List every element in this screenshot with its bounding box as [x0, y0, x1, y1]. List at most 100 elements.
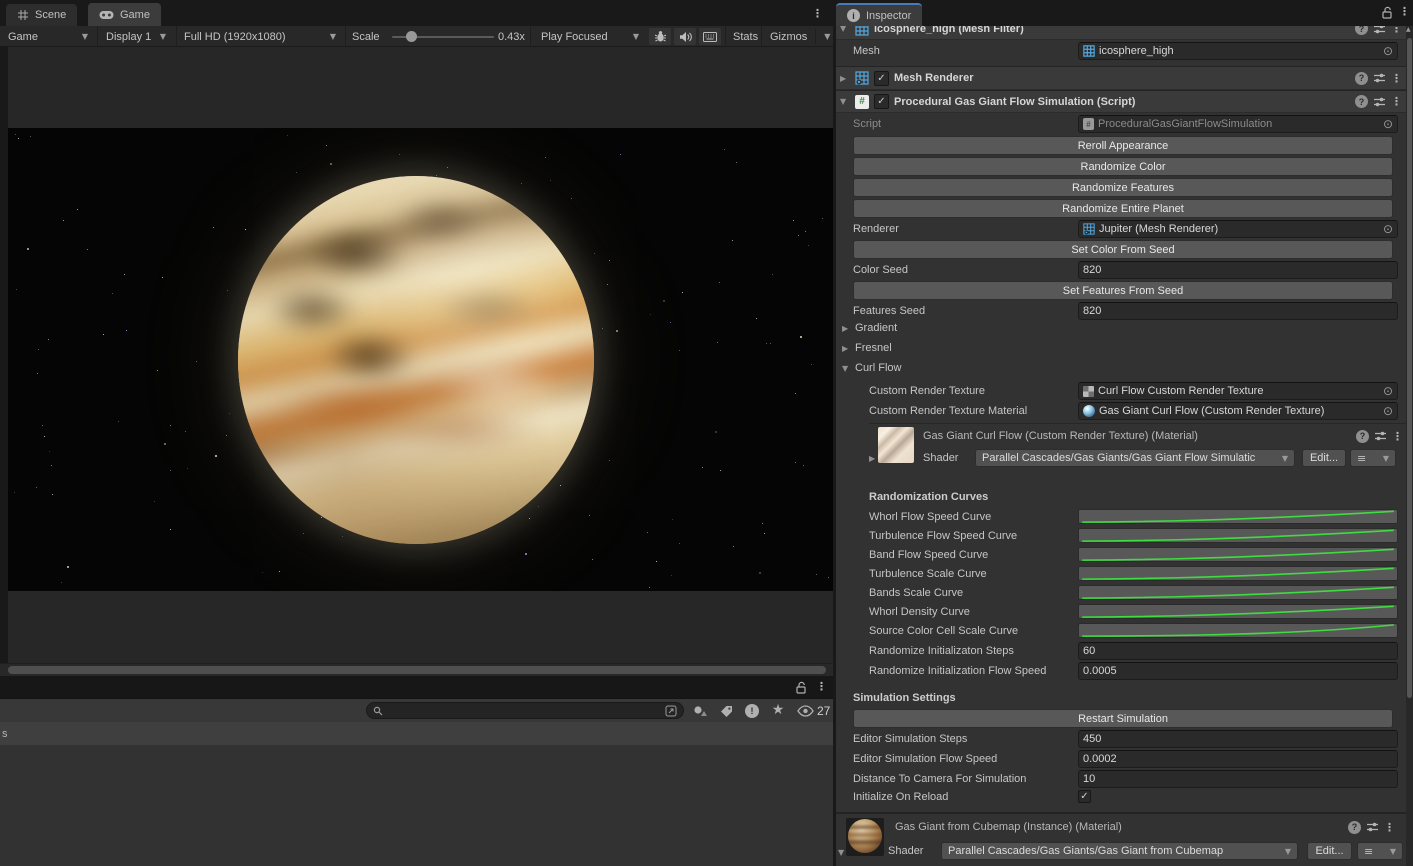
material-preview-thumbnail[interactable] [878, 427, 914, 463]
presets-icon[interactable] [1373, 96, 1386, 108]
help-icon[interactable]: ? [1355, 95, 1368, 108]
game-render-view[interactable] [8, 128, 833, 591]
randomize-entire-planet-button[interactable]: Randomize Entire Planet [853, 199, 1393, 218]
foldout-fresnel[interactable]: ▶ Fresnel [842, 342, 892, 354]
foldout-expanded-icon[interactable]: ▼ [840, 97, 850, 106]
onscreen-keyboard-button[interactable] [699, 28, 721, 45]
list-item[interactable]: s [0, 722, 833, 745]
scrollbar-thumb[interactable] [1407, 38, 1412, 698]
renderer-object-field[interactable]: Jupiter (Mesh Renderer) ⊙ [1078, 220, 1398, 238]
whorl-density-curve-field[interactable] [1078, 604, 1398, 619]
shader-edit-button[interactable]: Edit... [1302, 449, 1346, 467]
material-menu-icon[interactable]: ⋮ [1392, 430, 1403, 443]
features-seed-input[interactable]: 820 [1078, 302, 1398, 320]
game-viewport[interactable] [0, 47, 833, 663]
presets-icon[interactable] [1373, 72, 1386, 84]
tab-scene[interactable]: Scene [6, 4, 77, 26]
game-mode-dropdown[interactable]: Game ▼ [2, 26, 94, 47]
filter-by-log-type-button[interactable]: ! [742, 702, 762, 720]
mute-audio-button[interactable] [674, 28, 696, 45]
game-horizontal-scrollbar[interactable] [0, 663, 833, 676]
display-dropdown[interactable]: Display 1 ▼ [100, 26, 172, 47]
favorites-button[interactable]: ★ [768, 701, 788, 719]
set-color-from-seed-button[interactable]: Set Color From Seed [853, 240, 1393, 259]
object-picker-icon[interactable]: ⊙ [1383, 45, 1393, 57]
foldout-gradient[interactable]: ▶ Gradient [842, 322, 897, 334]
tab-game-label: Game [120, 9, 150, 21]
help-icon[interactable]: ? [1348, 821, 1361, 834]
tab-scene-label: Scene [35, 9, 66, 21]
custom-render-texture-material-field[interactable]: Gas Giant Curl Flow (Custom Render Textu… [1078, 402, 1398, 420]
editor-simulation-flow-speed-input[interactable]: 0.0002 [1078, 750, 1398, 768]
band-flow-speed-curve-field[interactable] [1078, 547, 1398, 562]
search-input[interactable] [366, 702, 684, 719]
turbulence-scale-curve-field[interactable] [1078, 566, 1398, 581]
presets-icon[interactable] [1374, 430, 1387, 442]
tab-game[interactable]: Game [88, 3, 161, 26]
shader-dropdown[interactable]: Parallel Cascades/Gas Giants/Gas Giant f… [941, 842, 1298, 860]
scene-visibility-toggle[interactable]: 27 [797, 702, 830, 720]
foldout-curl-flow[interactable]: ▼ Curl Flow [842, 362, 901, 374]
material-properties-menu-button[interactable]: ≡ ▼ [1350, 449, 1396, 467]
presets-icon[interactable] [1366, 821, 1379, 833]
randomize-steps-input[interactable]: 60 [1078, 642, 1398, 660]
scale-slider-thumb[interactable] [406, 31, 417, 42]
foldout-collapsed-icon: ▶ [842, 344, 852, 353]
editor-simulation-steps-input[interactable]: 450 [1078, 730, 1398, 748]
material-foldout-icon[interactable]: ▶ [869, 454, 879, 463]
material-preview-thumbnail[interactable] [846, 818, 884, 856]
bottom-panel-menu-icon[interactable]: ⋮ [816, 680, 827, 693]
play-focused-dropdown[interactable]: Play Focused ▼ [535, 26, 645, 47]
help-icon[interactable]: ? [1355, 72, 1368, 85]
chevron-down-icon: ▼ [824, 32, 830, 41]
component-enabled-checkbox[interactable]: ✓ [874, 71, 889, 86]
whorl-flow-speed-curve-field[interactable] [1078, 509, 1398, 524]
shader-dropdown[interactable]: Parallel Cascades/Gas Giants/Gas Giant F… [975, 449, 1295, 467]
object-picker-icon[interactable]: ⊙ [1383, 118, 1393, 130]
object-picker-icon[interactable]: ⊙ [1383, 385, 1393, 397]
randomize-features-button[interactable]: Randomize Features [853, 178, 1393, 197]
material-menu-icon[interactable]: ⋮ [1384, 821, 1395, 834]
bands-scale-curve-field[interactable] [1078, 585, 1398, 600]
filter-by-type-button[interactable] [690, 702, 710, 720]
scale-slider[interactable] [392, 36, 494, 38]
tab-inspector[interactable]: i Inspector [836, 3, 922, 26]
chevron-down-icon: ▼ [1390, 847, 1396, 856]
custom-render-texture-field[interactable]: Curl Flow Custom Render Texture ⊙ [1078, 382, 1398, 400]
object-picker-icon[interactable]: ⊙ [1383, 405, 1393, 417]
object-picker-icon[interactable]: ⊙ [1383, 223, 1393, 235]
set-features-from-seed-button[interactable]: Set Features From Seed [853, 281, 1393, 300]
initialize-on-reload-checkbox[interactable]: ✓ [1078, 790, 1091, 803]
resolution-dropdown[interactable]: Full HD (1920x1080) ▼ [178, 26, 342, 47]
filter-by-label-button[interactable] [716, 702, 736, 720]
randomize-flow-speed-input[interactable]: 0.0005 [1078, 662, 1398, 680]
script-object-field[interactable]: # ProceduralGasGiantFlowSimulation ⊙ [1078, 115, 1398, 133]
material-foldout-icon[interactable]: ▼ [838, 848, 848, 857]
color-seed-input[interactable]: 820 [1078, 261, 1398, 279]
reroll-appearance-button[interactable]: Reroll Appearance [853, 136, 1393, 155]
scrollbar-thumb[interactable] [8, 666, 826, 674]
mesh-object-field[interactable]: icosphere_high ⊙ [1078, 42, 1398, 60]
debug-bug-button[interactable] [649, 28, 671, 45]
inspector-menu-icon[interactable]: ⋮ [1399, 5, 1410, 18]
open-search-window-icon[interactable] [665, 705, 677, 717]
unlock-icon[interactable] [795, 681, 807, 694]
foldout-collapsed-icon[interactable]: ▶ [840, 74, 850, 83]
unlock-icon[interactable] [1381, 6, 1393, 19]
component-enabled-checkbox[interactable]: ✓ [874, 94, 889, 109]
material-properties-menu-button[interactable]: ≡ ▼ [1357, 842, 1403, 860]
component-menu-icon[interactable]: ⋮ [1391, 95, 1402, 108]
gizmos-dropdown[interactable]: Gizmos ▼ [764, 26, 836, 47]
curve-row-label: Bands Scale Curve [869, 587, 963, 599]
randomize-color-button[interactable]: Randomize Color [853, 157, 1393, 176]
inspector-scrollbar[interactable]: ▲ [1406, 26, 1413, 866]
distance-to-camera-input[interactable]: 10 [1078, 770, 1398, 788]
help-icon[interactable]: ? [1356, 430, 1369, 443]
component-menu-icon[interactable]: ⋮ [1391, 72, 1402, 85]
restart-simulation-button[interactable]: Restart Simulation [853, 709, 1393, 728]
game-panel-menu-icon[interactable]: ⋮ [812, 7, 823, 20]
shader-edit-button[interactable]: Edit... [1307, 842, 1352, 860]
source-color-cell-scale-curve-field[interactable] [1078, 623, 1398, 638]
turbulence-flow-speed-curve-field[interactable] [1078, 528, 1398, 543]
stats-button[interactable]: Stats [727, 26, 764, 47]
